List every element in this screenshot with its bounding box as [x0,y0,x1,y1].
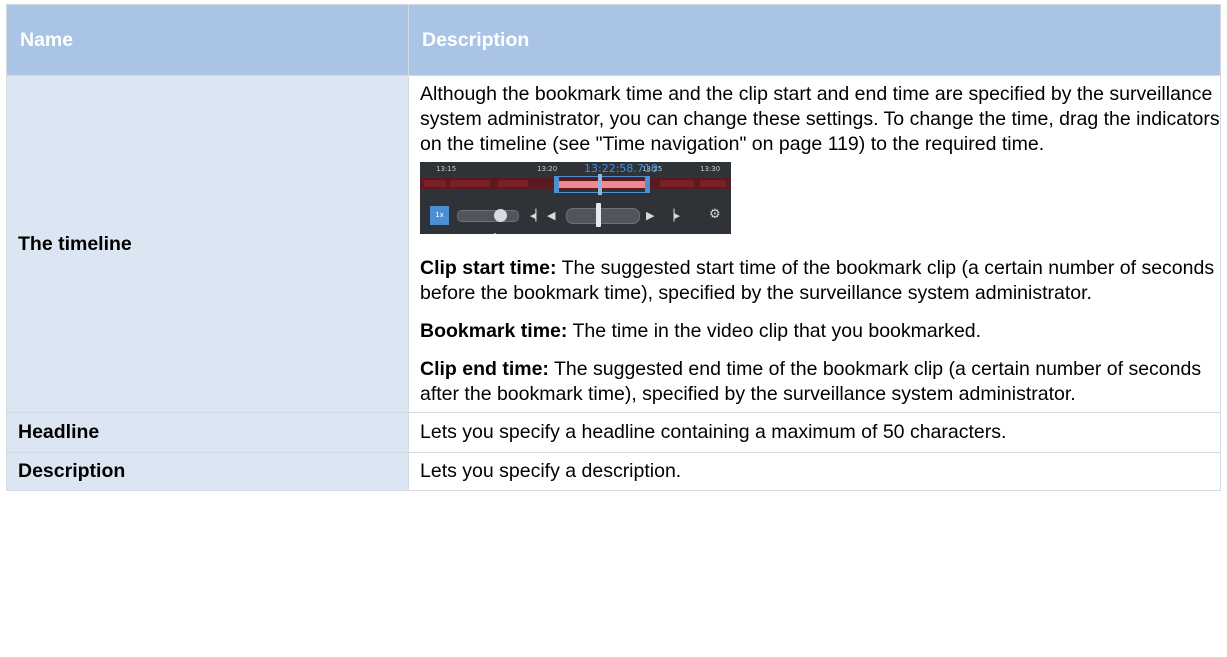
timeline-intro: Although the bookmark time and the clip … [420,83,1220,155]
speed-slider-knob[interactable] [494,209,507,222]
recording-segment [660,180,694,187]
clip-end-time-entry: Clip end time: The suggested end time of… [420,357,1220,407]
clip-start-time-term: Clip start time: [420,257,557,279]
row-name-headline: Headline [6,412,409,453]
jog-slider-handle[interactable] [596,203,601,227]
properties-table: Name Description The timeline Although t… [6,4,1221,491]
table-header-row: Name Description [6,4,1221,76]
tick-label: 13:15 [436,165,457,173]
row-description-headline: Lets you specify a headline containing a… [408,412,1221,453]
row-description-timeline: Although the bookmark time and the clip … [408,75,1221,413]
speed-button[interactable]: 1x [430,206,449,225]
table-row-description: Description Lets you specify a descripti… [6,452,1221,491]
header-name: Name [6,4,409,76]
clip-range-fill [559,181,645,188]
timeline-screenshot: 13:15 13:20 13:25 13:30 13:22:58.718 1x … [420,162,731,234]
bookmark-time-term: Bookmark time: [420,320,568,342]
clip-end-handle[interactable] [645,177,649,192]
recording-segment [700,180,726,187]
row-description-description: Lets you specify a description. [408,452,1221,491]
table-row-headline: Headline Lets you specify a headline con… [6,412,1221,453]
jog-slider[interactable] [566,208,640,224]
tick-label: 13:30 [700,165,721,173]
table-row-timeline: The timeline Although the bookmark time … [6,75,1221,413]
bookmark-time-indicator[interactable] [598,174,602,195]
gear-icon[interactable]: ⚙ [709,208,721,221]
step-forward-icon[interactable]: ▕▸ [666,210,680,222]
speed-slider[interactable] [457,209,519,222]
timeline-controls: 1x 1x ◂▏ ◀ ▶ ▕▸ ⚙ [420,200,731,234]
timeline-current-time: 13:22:58.718 [584,162,658,175]
recording-segment [498,180,528,187]
bookmark-time-text: The time in the video clip that you book… [567,320,982,342]
row-name-description: Description [6,452,409,491]
tick-label: 13:20 [537,165,558,173]
clip-start-handle[interactable] [555,177,559,192]
speed-value: 1x [493,224,502,234]
recording-segment [424,180,446,187]
step-back-icon[interactable]: ◂▏ [530,210,544,222]
row-name-timeline: The timeline [6,75,409,413]
clip-end-time-term: Clip end time: [420,358,549,380]
clip-start-time-entry: Clip start time: The suggested start tim… [420,256,1220,306]
clip-range-selection[interactable] [554,176,650,193]
bookmark-time-entry: Bookmark time: The time in the video cli… [420,319,1220,344]
play-reverse-icon[interactable]: ◀ [547,210,555,222]
play-forward-icon[interactable]: ▶ [646,210,654,222]
recording-segment [450,180,490,187]
header-description: Description [408,4,1221,76]
